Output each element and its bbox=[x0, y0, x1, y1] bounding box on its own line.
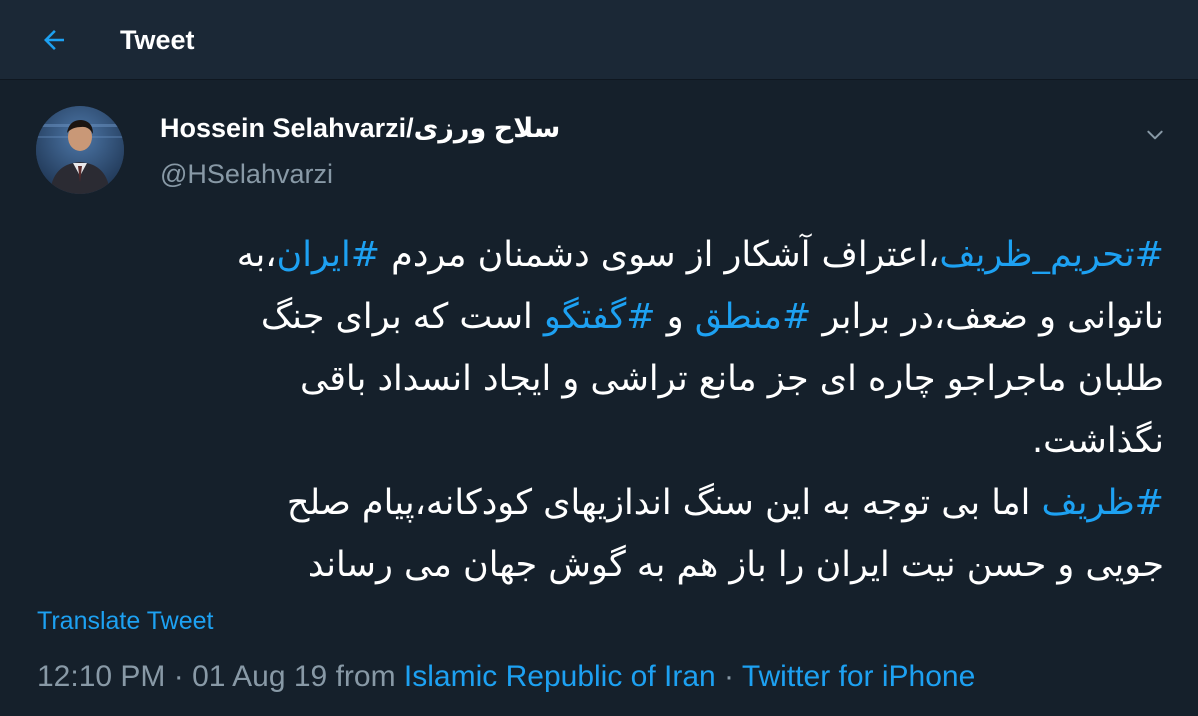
tweet-line: #ظریف اما بی توجه به این سنگ اندازیهای ک… bbox=[100, 472, 1164, 534]
tweet-text-segment: جویی و حسن نیت ایران را باز هم به گوش جه… bbox=[307, 545, 1164, 585]
author-handle[interactable]: @HSelahvarzi bbox=[160, 156, 333, 192]
tweet-time: 12:10 PM bbox=[37, 660, 166, 693]
tweet-text-segment: ناتوانی و ضعف،در برابر bbox=[811, 297, 1164, 337]
hashtag-link[interactable]: #ظریف bbox=[1042, 483, 1164, 523]
arrow-left-icon bbox=[44, 30, 64, 50]
author-display-name[interactable]: Hossein Selahvarzi/سلاح ورزی bbox=[160, 110, 560, 146]
tweet-text-segment: ،اعتراف آشکار از سوی دشمنان مردم bbox=[380, 235, 940, 275]
hashtag-link[interactable]: #ایران bbox=[277, 235, 381, 275]
back-button[interactable] bbox=[36, 22, 72, 58]
translate-tweet-link[interactable]: Translate Tweet bbox=[37, 604, 213, 638]
tweet-text-segment: ،به bbox=[236, 235, 277, 275]
profile-photo bbox=[36, 106, 124, 194]
tweet-text-segment: نگذاشت. bbox=[1032, 421, 1164, 461]
tweet-text: #تحریم_ظریف،اعتراف آشکار از سوی دشمنان م… bbox=[100, 224, 1164, 596]
tweet-date: 01 Aug 19 bbox=[192, 660, 328, 693]
from-label: from bbox=[335, 660, 396, 693]
tweet-metadata: 12:10 PM · 01 Aug 19 from Islamic Republ… bbox=[37, 657, 975, 697]
hashtag-link[interactable]: #گفتگو bbox=[544, 297, 656, 337]
tweet-text-segment: طلبان ماجراجو چاره ای جز مانع تراشی و ای… bbox=[300, 359, 1164, 399]
tweet-text-segment: و bbox=[655, 297, 695, 337]
source-link[interactable]: Twitter for iPhone bbox=[742, 660, 975, 693]
tweet-line: #تحریم_ظریف،اعتراف آشکار از سوی دشمنان م… bbox=[100, 224, 1164, 286]
page-title: Tweet bbox=[120, 25, 195, 55]
hashtag-link[interactable]: #منطق bbox=[695, 297, 812, 337]
top-bar: Tweet bbox=[0, 0, 1198, 80]
avatar[interactable] bbox=[36, 106, 124, 194]
chevron-down-icon bbox=[1147, 130, 1163, 140]
tweet-line: جویی و حسن نیت ایران را باز هم به گوش جه… bbox=[100, 534, 1164, 596]
separator: · bbox=[165, 660, 193, 693]
separator: · bbox=[715, 660, 742, 693]
tweet-line: نگذاشت. bbox=[100, 410, 1164, 472]
tweet-line: ناتوانی و ضعف،در برابر #منطق و #گفتگو اس… bbox=[100, 286, 1164, 348]
location-link[interactable]: Islamic Republic of Iran bbox=[404, 660, 716, 693]
more-options-button[interactable] bbox=[1140, 120, 1170, 150]
tweet-text-segment: اما بی توجه به این سنگ اندازیهای کودکانه… bbox=[286, 483, 1042, 523]
hashtag-link[interactable]: #تحریم_ظریف bbox=[939, 235, 1164, 275]
tweet-line: طلبان ماجراجو چاره ای جز مانع تراشی و ای… bbox=[100, 348, 1164, 410]
tweet-text-segment: است که برای جنگ bbox=[260, 297, 544, 337]
